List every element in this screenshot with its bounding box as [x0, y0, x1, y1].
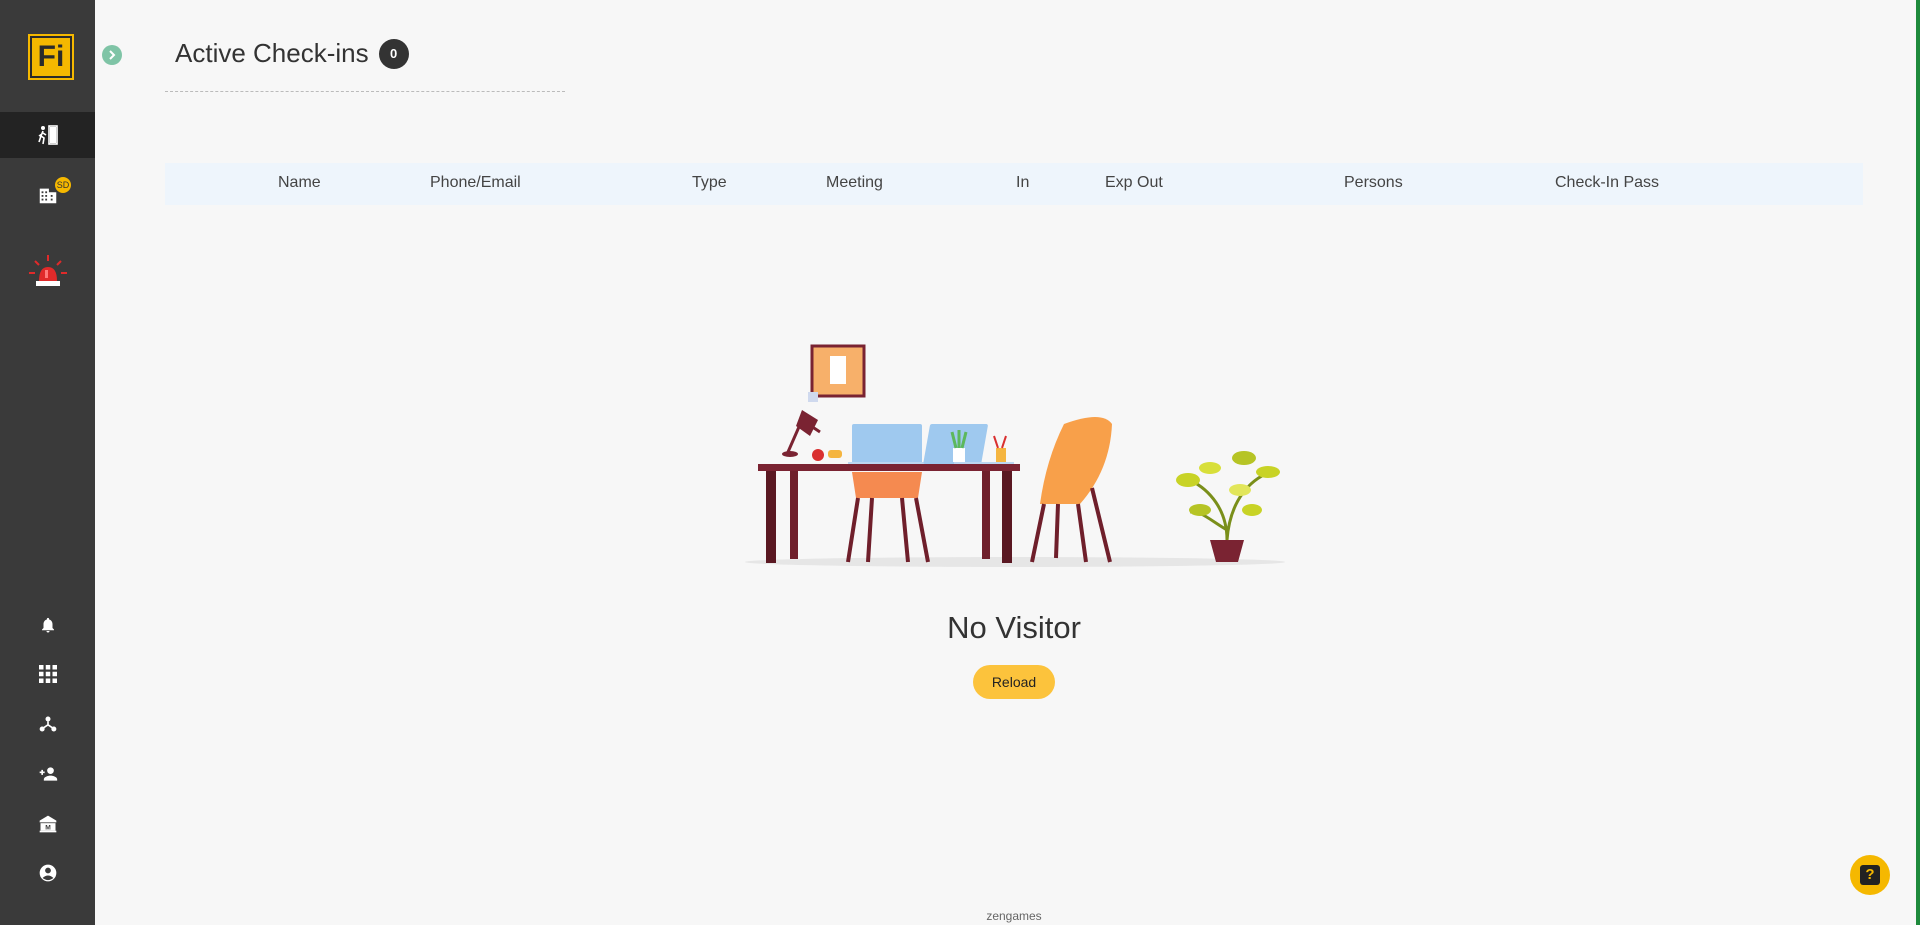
- add-person-icon: [39, 767, 57, 781]
- institution-icon: M: [39, 815, 56, 833]
- page-title-text: Active Check-ins: [175, 38, 369, 68]
- svg-text:M: M: [45, 824, 51, 831]
- sidebar-toggle-button[interactable]: [102, 45, 122, 65]
- active-count-badge: 0: [378, 38, 409, 69]
- sidebar-item-emergency[interactable]: [0, 245, 95, 301]
- column-header-persons[interactable]: Persons: [1344, 174, 1403, 192]
- sidebar-item-check-ins[interactable]: [0, 112, 95, 158]
- check-in-icon: [37, 125, 58, 145]
- table-header-row: Name Phone/Email Type Meeting In Exp Out…: [165, 163, 1863, 205]
- account-icon: [39, 864, 56, 882]
- help-icon: ?: [1860, 865, 1880, 885]
- title-divider: [165, 91, 565, 92]
- grid-icon: [38, 665, 57, 683]
- sidebar-item-buildings[interactable]: SD: [0, 172, 95, 218]
- sidebar-gutter: [95, 0, 114, 925]
- chevron-right-icon: [109, 50, 116, 60]
- page-title: Active Check-ins 0: [175, 38, 409, 69]
- help-button[interactable]: ?: [1850, 855, 1890, 895]
- column-header-check-in-pass[interactable]: Check-In Pass: [1555, 174, 1659, 192]
- sd-badge: SD: [55, 177, 71, 193]
- sidebar-item-apps[interactable]: [0, 651, 95, 697]
- column-header-type[interactable]: Type: [692, 174, 727, 192]
- network-icon: [39, 716, 56, 732]
- sidebar: Fi SD M: [0, 0, 95, 925]
- footer-text: zengames: [986, 909, 1042, 923]
- column-header-in[interactable]: In: [1016, 174, 1029, 192]
- app-logo[interactable]: Fi: [30, 36, 72, 78]
- sidebar-item-institution[interactable]: M: [0, 801, 95, 847]
- empty-state-title: No Visitor: [947, 610, 1081, 645]
- logo-text: Fi: [37, 40, 65, 73]
- reload-button[interactable]: Reload: [973, 665, 1055, 699]
- column-header-exp-out[interactable]: Exp Out: [1105, 174, 1163, 192]
- emergency-alarm-icon: [28, 255, 67, 286]
- sidebar-item-add-person[interactable]: [0, 751, 95, 797]
- right-edge-border: [1916, 0, 1920, 925]
- column-header-meeting[interactable]: Meeting: [826, 174, 883, 192]
- sidebar-item-account[interactable]: [0, 850, 95, 896]
- sidebar-item-network[interactable]: [0, 701, 95, 747]
- empty-office-illustration: [745, 344, 1285, 567]
- column-header-name[interactable]: Name: [278, 174, 321, 192]
- column-header-phone-email[interactable]: Phone/Email: [430, 174, 521, 192]
